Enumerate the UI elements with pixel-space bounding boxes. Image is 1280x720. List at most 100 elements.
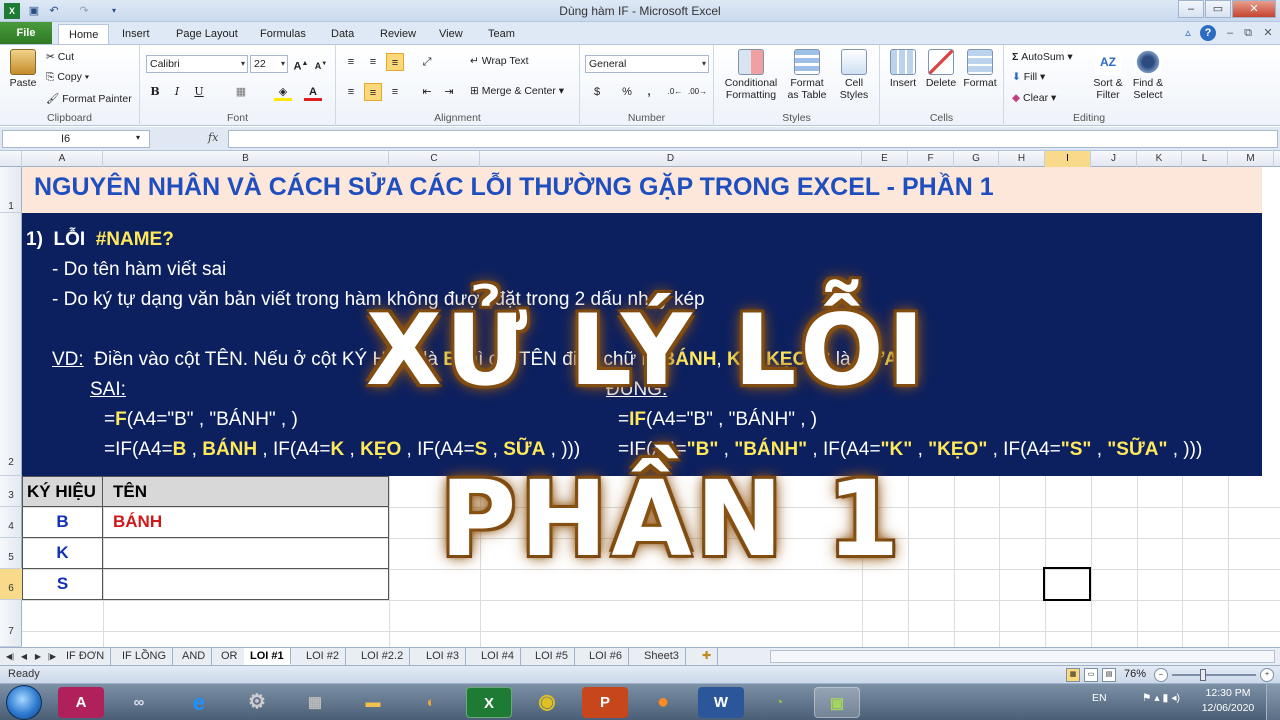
borders-icon[interactable]: ▦ <box>232 83 250 101</box>
align-left-icon[interactable]: ≡ <box>342 83 360 101</box>
column-header[interactable]: M <box>1228 151 1274 167</box>
increase-indent-icon[interactable]: ⇥ <box>440 83 458 101</box>
fill-color-icon[interactable]: ◈ <box>274 83 292 101</box>
paste-button[interactable]: Paste <box>4 49 42 89</box>
table-cell-code[interactable]: B <box>22 506 103 538</box>
align-right-icon[interactable]: ≡ <box>386 83 404 101</box>
row-header[interactable]: 3 <box>0 476 22 507</box>
column-header[interactable]: F <box>908 151 954 167</box>
table-cell-name[interactable]: BÁNH <box>102 506 389 538</box>
merge-center-button[interactable]: ⊞ Merge & Center ▾ <box>470 85 564 97</box>
column-header[interactable]: L <box>1182 151 1228 167</box>
powerpoint-icon[interactable]: P <box>582 687 628 718</box>
next-sheet-icon[interactable]: ▶ <box>32 650 44 664</box>
column-header[interactable]: G <box>954 151 999 167</box>
show-desktop-button[interactable] <box>1266 684 1280 720</box>
table-cell-code[interactable]: K <box>22 537 103 569</box>
shrink-font-icon[interactable]: A▼ <box>312 55 330 73</box>
column-header[interactable]: H <box>999 151 1045 167</box>
camtasia-icon[interactable]: ◔ <box>756 687 802 718</box>
sheet-tab[interactable]: LOI #2 <box>300 648 347 665</box>
tab-review[interactable]: Review <box>370 24 426 44</box>
start-button[interactable] <box>6 685 42 720</box>
currency-button[interactable]: $ <box>588 83 606 101</box>
excel-taskbar-icon[interactable]: X <box>466 687 512 718</box>
table-header-name[interactable]: TÊN <box>102 476 389 507</box>
insert-cells-button[interactable]: Insert <box>884 49 922 89</box>
decrease-decimal-icon[interactable]: .00→ <box>688 83 707 101</box>
sheet-tab[interactable]: IF LỒNG <box>116 648 174 665</box>
row-header[interactable]: 5 <box>0 538 22 569</box>
sheet-tab[interactable]: LOI #5 <box>529 648 576 665</box>
bold-button[interactable]: B <box>146 83 164 101</box>
cut-button[interactable]: ✂ Cut <box>46 51 74 63</box>
paint-icon[interactable]: ◐ <box>408 687 454 718</box>
chrome-icon[interactable]: ◉ <box>524 687 570 718</box>
conditional-formatting-button[interactable]: Conditional Formatting <box>718 49 784 101</box>
increase-decimal-icon[interactable]: .0← <box>666 83 684 101</box>
workbook-close-icon[interactable]: ✕ <box>1260 25 1276 41</box>
language-indicator[interactable]: EN <box>1092 692 1107 704</box>
column-header[interactable]: B <box>103 151 389 167</box>
page-layout-view-icon[interactable]: ▭ <box>1084 668 1098 682</box>
tray-icons[interactable]: ⚑ ▴ ▮ ◂) <box>1142 692 1180 704</box>
format-cells-button[interactable]: Format <box>960 49 1000 89</box>
zoom-out-icon[interactable]: – <box>1154 668 1168 682</box>
sheet-tab[interactable]: IF ĐƠN <box>60 648 112 665</box>
number-format-select[interactable]: General ▾ <box>585 55 709 73</box>
formula-input[interactable] <box>228 130 1278 148</box>
cell-styles-button[interactable]: Cell Styles <box>832 49 876 101</box>
horizontal-scrollbar[interactable] <box>770 650 1275 663</box>
close-button[interactable]: ✕ <box>1232 0 1276 18</box>
decrease-indent-icon[interactable]: ⇤ <box>418 83 436 101</box>
comma-button[interactable]: , <box>640 83 658 101</box>
page-break-view-icon[interactable]: ▤ <box>1102 668 1116 682</box>
name-box-chevron-icon[interactable]: ▾ <box>136 133 140 142</box>
percent-button[interactable]: % <box>618 83 636 101</box>
align-top-icon[interactable]: ≡ <box>342 53 360 71</box>
file-explorer-icon[interactable]: ▬ <box>350 687 396 718</box>
sheet-tab[interactable]: LOI #6 <box>583 648 630 665</box>
sheet-tab[interactable]: OR <box>215 648 245 665</box>
underline-button[interactable]: U <box>190 83 208 101</box>
zoom-level[interactable]: 76% <box>1124 668 1146 680</box>
row-header[interactable]: 7 <box>0 600 22 647</box>
delete-cells-button[interactable]: Delete <box>922 49 960 89</box>
normal-view-icon[interactable]: ▦ <box>1066 668 1080 682</box>
column-header[interactable]: A <box>22 151 103 167</box>
autosum-button[interactable]: Σ AutoSum ▾ <box>1012 51 1073 63</box>
sheet-tab[interactable]: LOI #2.2 <box>355 648 411 665</box>
find-select-button[interactable]: Find & Select <box>1128 49 1168 101</box>
tab-file[interactable]: File <box>0 22 52 44</box>
column-header[interactable]: J <box>1091 151 1137 167</box>
sheet-tab[interactable]: AND <box>176 648 213 665</box>
collapse-ribbon-icon[interactable]: ▵ <box>1180 25 1196 41</box>
sheet-tab[interactable]: LOI #3 <box>420 648 467 665</box>
sort-filter-button[interactable]: AZ Sort & Filter <box>1090 49 1126 101</box>
row-header[interactable]: 1 <box>0 167 22 213</box>
zoom-in-icon[interactable]: + <box>1260 668 1274 682</box>
maximize-button[interactable]: ▭ <box>1205 0 1231 18</box>
tab-insert[interactable]: Insert <box>112 24 160 44</box>
clock-time[interactable]: 12:30 PM <box>1196 687 1260 699</box>
table-cell-code[interactable]: S <box>22 568 103 600</box>
column-header[interactable]: I <box>1045 151 1091 167</box>
minimize-button[interactable]: – <box>1178 0 1204 18</box>
sheet-tab[interactable]: LOI #4 <box>475 648 522 665</box>
last-sheet-icon[interactable]: |▶ <box>46 650 58 664</box>
calculator-icon[interactable]: ▦ <box>292 687 338 718</box>
tab-view[interactable]: View <box>429 24 473 44</box>
prev-sheet-icon[interactable]: ◀ <box>18 650 30 664</box>
column-header[interactable]: C <box>389 151 480 167</box>
tab-page-layout[interactable]: Page Layout <box>166 24 248 44</box>
name-box[interactable]: I6 <box>2 130 150 148</box>
orientation-icon[interactable]: ⤢ <box>418 53 436 71</box>
internet-explorer-icon[interactable]: e <box>176 687 222 718</box>
wrap-text-button[interactable]: ↵ Wrap Text <box>470 55 529 67</box>
word-icon[interactable]: W <box>698 687 744 718</box>
tab-home[interactable]: Home <box>58 24 110 44</box>
select-all-corner[interactable] <box>0 151 22 167</box>
android-app-icon[interactable]: ▣ <box>814 687 860 718</box>
copy-button[interactable]: ⎘ Copy ▾ <box>46 71 89 84</box>
firefox-icon[interactable]: ● <box>640 687 686 718</box>
